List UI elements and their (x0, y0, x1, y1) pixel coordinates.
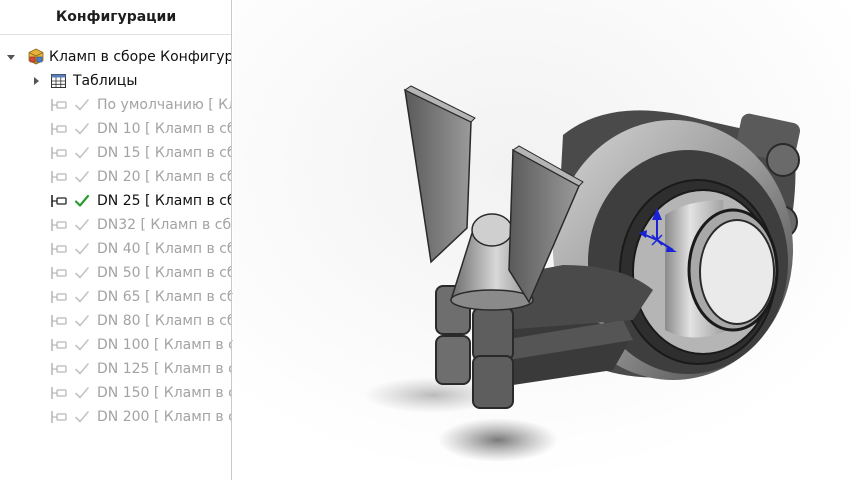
configuration-item[interactable]: DN 40 [ Кламп в сб (0, 237, 232, 261)
configuration-item[interactable]: По умолчанию [ Кл (0, 93, 232, 117)
checkmark-icon (75, 411, 89, 423)
configuration-item[interactable]: DN 10 [ Кламп в сб (0, 117, 232, 141)
checkmark-icon (75, 315, 89, 327)
checkmark-icon (75, 171, 89, 183)
configuration-icon (51, 147, 67, 159)
configuration-item[interactable]: DN 100 [ Кламп в с (0, 333, 232, 357)
checkmark-icon (75, 219, 89, 231)
configuration-item[interactable]: DN 200 [ Кламп в с (0, 405, 232, 429)
checkmark-icon (75, 147, 89, 159)
configuration-label: DN32 [ Кламп в сбо (97, 217, 232, 233)
panel-divider (0, 34, 231, 35)
model-shadow (438, 418, 558, 462)
assembly-icon (28, 48, 44, 65)
bolt-ear-3 (472, 307, 514, 361)
configuration-label: DN 100 [ Кламп в с (97, 337, 232, 353)
clamp-assembly-3d-model[interactable] (233, 0, 851, 480)
assembly-label: Кламп в сборе Конфигура (49, 49, 232, 65)
panel-title: Конфигурации (55, 9, 177, 25)
configuration-icon (51, 387, 67, 399)
design-table-icon (51, 74, 66, 88)
configuration-icon (51, 411, 67, 423)
configuration-label: DN 150 [ Кламп в с (97, 385, 232, 401)
configuration-item[interactable]: DN 80 [ Кламп в сб (0, 309, 232, 333)
configuration-item[interactable]: DN 65 [ Кламп в сб (0, 285, 232, 309)
configuration-label: DN 65 [ Кламп в сб (97, 289, 232, 305)
configuration-icon (51, 195, 67, 207)
configuration-item[interactable]: DN 15 [ Кламп в сб (0, 141, 232, 165)
checkmark-icon (75, 123, 89, 135)
configuration-label: DN 15 [ Кламп в сб (97, 145, 232, 161)
configuration-item[interactable]: DN32 [ Кламп в сбо (0, 213, 232, 237)
configuration-label: По умолчанию [ Кл (97, 97, 232, 113)
configuration-label: DN 20 [ Кламп в сб (97, 169, 232, 185)
configuration-label: DN 125 [ Кламп в с (97, 361, 232, 377)
tree-item-tables[interactable]: Таблицы (0, 69, 231, 93)
hinge-pin-top (766, 143, 800, 177)
configuration-icon (51, 315, 67, 327)
checkmark-icon (74, 194, 90, 207)
configuration-icon (51, 291, 67, 303)
configuration-label: DN 80 [ Кламп в сб (97, 313, 232, 329)
configuration-icon (51, 363, 67, 375)
checkmark-icon (75, 291, 89, 303)
tables-label: Таблицы (73, 73, 138, 89)
checkmark-icon (75, 99, 89, 111)
checkmark-icon (75, 363, 89, 375)
configuration-icon (51, 219, 67, 231)
configuration-label: DN 200 [ Кламп в с (97, 409, 232, 425)
configuration-label: DN 10 [ Кламп в сб (97, 121, 232, 137)
configuration-label: DN 50 [ Кламп в сб (97, 265, 232, 281)
collapse-arrow-icon[interactable] (6, 52, 16, 62)
wing-nut-base (450, 289, 534, 311)
configuration-icon (51, 123, 67, 135)
configuration-manager-panel: Конфигурации Кламп в сборе Конфигура Таб… (0, 0, 232, 480)
configuration-icon (51, 267, 67, 279)
wing-nut-top (471, 213, 513, 247)
configuration-label: DN 25 [ Кламп в сб (97, 193, 232, 209)
checkmark-icon (75, 387, 89, 399)
configuration-item[interactable]: DN 125 [ Кламп в с (0, 357, 232, 381)
configuration-item[interactable]: DN 20 [ Кламп в сб (0, 165, 232, 189)
expand-arrow-icon[interactable] (31, 76, 41, 86)
checkmark-icon (75, 339, 89, 351)
configuration-icon (51, 99, 67, 111)
configuration-icon (51, 339, 67, 351)
configuration-item[interactable]: DN 25 [ Кламп в сб (0, 189, 232, 213)
configuration-item[interactable]: DN 150 [ Кламп в с (0, 381, 232, 405)
bolt-ear-4 (472, 355, 514, 409)
configuration-label: DN 40 [ Кламп в сб (97, 241, 232, 257)
graphics-viewport[interactable] (233, 0, 851, 480)
checkmark-icon (75, 267, 89, 279)
checkmark-icon (75, 243, 89, 255)
tree-root-assembly[interactable]: Кламп в сборе Конфигура (0, 45, 232, 69)
tube-bore (699, 219, 775, 325)
configuration-icon (51, 243, 67, 255)
configuration-icon (51, 171, 67, 183)
bolt-ear-2 (435, 335, 471, 385)
configuration-item[interactable]: DN 50 [ Кламп в сб (0, 261, 232, 285)
